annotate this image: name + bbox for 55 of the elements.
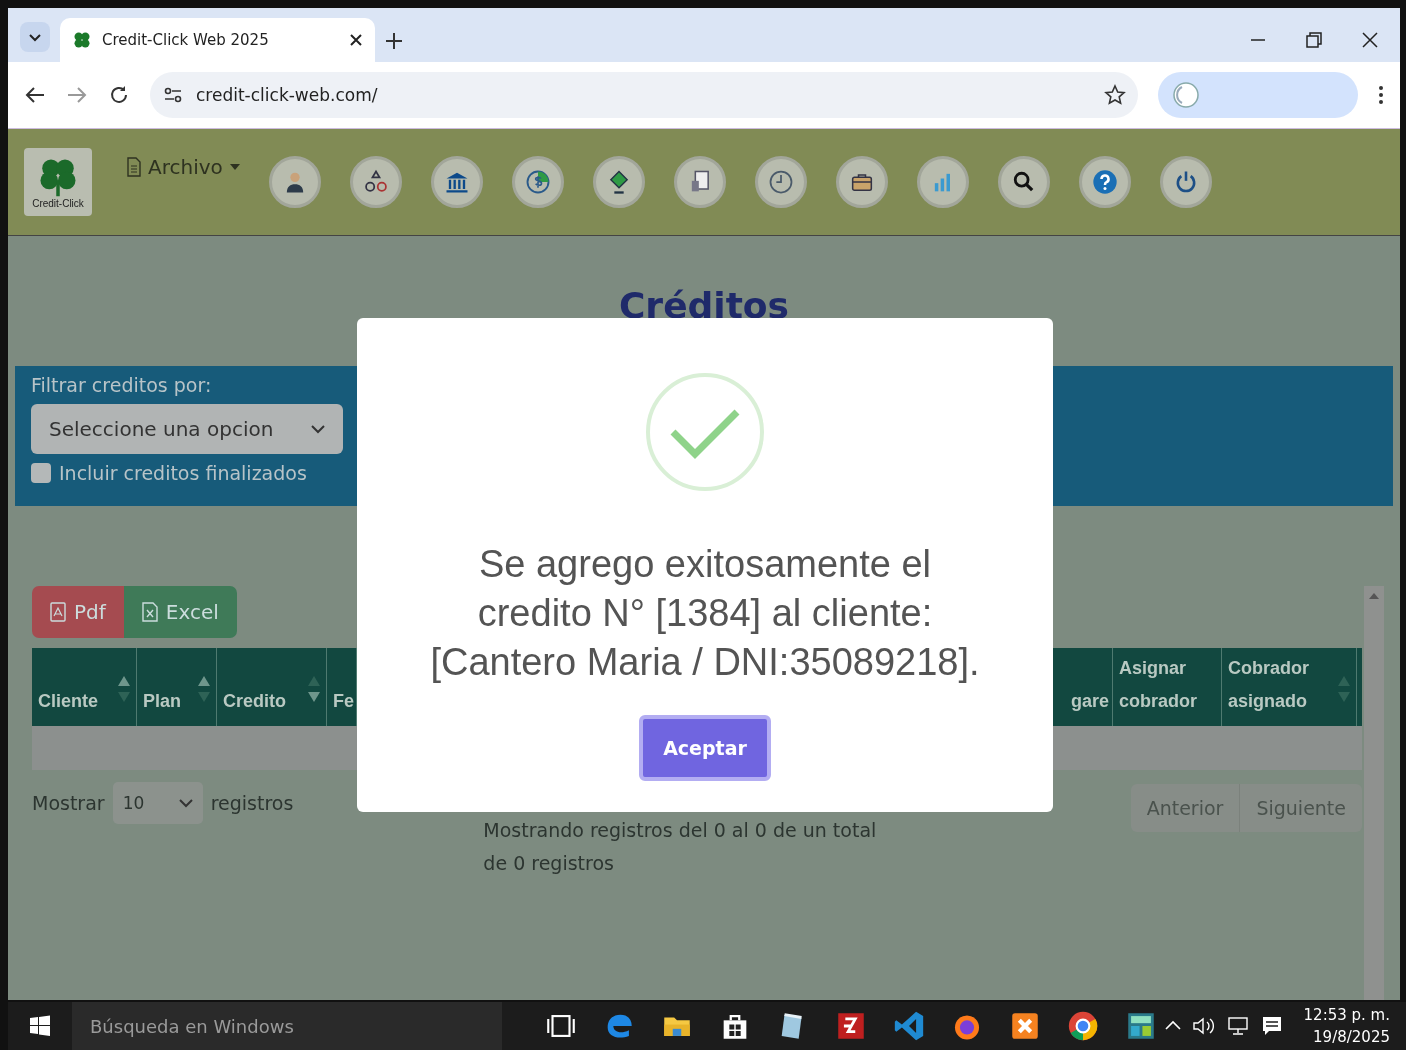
reload-icon[interactable] [108, 84, 130, 106]
new-tab-icon[interactable] [385, 32, 403, 50]
dialog-message: Se agrego exitosamente el credito N° [1384] al cliente: [Cantero Maria / DNI:35089218]. [429, 542, 981, 685]
show-label: Mostrar [32, 792, 105, 814]
page-size-select[interactable]: 10 [112, 782, 203, 824]
toolbar-button[interactable] [592, 156, 645, 208]
excel-button[interactable]: Excel [123, 586, 237, 638]
toolbar-button[interactable] [1159, 156, 1212, 208]
toolbar-button[interactable] [430, 156, 483, 208]
logo[interactable]: Credit-Click [24, 148, 92, 216]
chrome-icon[interactable] [1066, 1009, 1100, 1043]
sort-icon[interactable] [118, 674, 130, 704]
tab-title: Credit-Click Web 2025 [102, 31, 270, 49]
menu-icon[interactable] [1378, 84, 1384, 106]
sort-icon[interactable] [308, 674, 320, 704]
close-icon[interactable] [349, 33, 363, 47]
records-label: registros [210, 792, 294, 814]
page-title: Créditos [617, 284, 791, 328]
archivo-menu[interactable]: Archivo [126, 155, 241, 179]
excel-file-icon [141, 602, 158, 622]
accept-button[interactable]: Aceptar [639, 715, 771, 781]
document-icon [126, 157, 142, 177]
table-info: Mostrando registros del 0 al 0 de un total de 0 registros [483, 818, 878, 876]
pdf-button[interactable]: Pdf [32, 586, 124, 638]
toolbar-button[interactable] [835, 156, 888, 208]
tab-list-button[interactable] [20, 22, 50, 52]
toolbar-button[interactable] [268, 156, 321, 208]
browser-tab[interactable]: Credit-Click Web 2025 [60, 18, 375, 62]
success-check-icon [645, 372, 765, 492]
taskbar-date: 19/8/2025 [1313, 1027, 1390, 1048]
code-editor-icon[interactable] [892, 1009, 926, 1043]
close-icon[interactable] [1362, 32, 1378, 48]
profile-icon [1172, 81, 1200, 109]
toolbar-button[interactable] [997, 156, 1050, 208]
filter-select[interactable]: Seleccione una opcion [31, 404, 343, 454]
checkbox-label: Incluir creditos finalizados [59, 462, 307, 484]
chevron-icon [178, 798, 193, 808]
network-icon[interactable] [1225, 1015, 1250, 1037]
clover-icon [72, 30, 92, 50]
taskbar-time: 12:53 p. m. [1303, 1005, 1390, 1026]
pdf-file-icon [50, 602, 66, 622]
logo-text: Credit-Click [32, 197, 84, 209]
taskbar-search-field[interactable]: Búsqueda en Windows [72, 1002, 502, 1050]
scrollbar[interactable] [1364, 586, 1384, 1000]
address-bar[interactable]: credit-click-web.com/ [150, 72, 1138, 118]
caret-icon [228, 163, 241, 171]
sort-icon[interactable] [198, 674, 210, 704]
star-icon[interactable] [1104, 84, 1126, 106]
checkbox[interactable] [31, 463, 51, 483]
windows-start-icon[interactable] [29, 1015, 51, 1037]
speaker-icon[interactable] [1191, 1016, 1216, 1036]
help-icon [1090, 168, 1119, 196]
filter-label: Filtrar creditos por: [31, 374, 213, 396]
chevron-icon [311, 424, 325, 434]
restore-icon[interactable] [1306, 32, 1322, 48]
